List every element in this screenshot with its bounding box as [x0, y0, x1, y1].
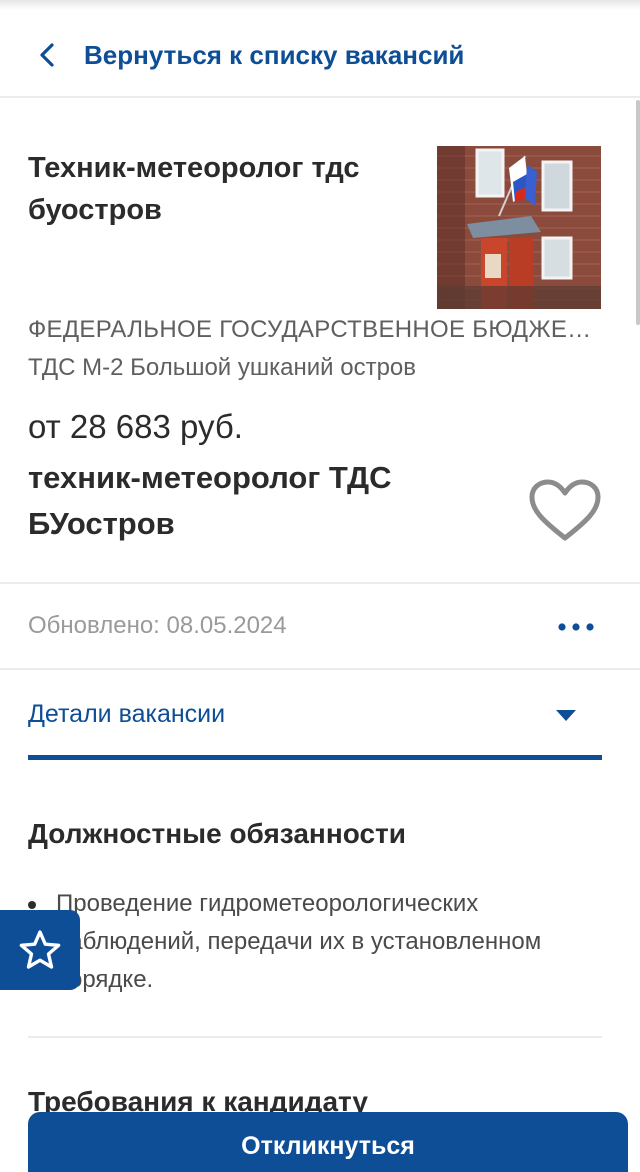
- organization-name: ФЕДЕРАЛЬНОЕ ГОСУДАРСТВЕННОЕ БЮДЖЕТНОЕ УЧ…: [28, 316, 594, 343]
- scrollbar-thumb[interactable]: [636, 100, 640, 325]
- star-icon: [19, 930, 61, 969]
- more-dots-icon[interactable]: [556, 620, 596, 634]
- back-navigation[interactable]: Вернуться к списку вакансий: [0, 14, 640, 98]
- caret-down-icon[interactable]: [556, 710, 576, 722]
- divider: [0, 582, 640, 584]
- vacancy-title: Техник-метеоролог тдс буостров: [28, 152, 360, 226]
- top-shadow: [0, 0, 640, 10]
- apply-button[interactable]: Откликнуться: [28, 1112, 628, 1172]
- tab-active-underline: [28, 755, 602, 760]
- position-name: техник-метеоролог ТДС БУостров: [28, 460, 392, 541]
- divider: [28, 1036, 602, 1038]
- chevron-left-icon[interactable]: [36, 42, 58, 68]
- duties-heading: Должностные обязанности: [28, 818, 406, 849]
- updated-date: Обновлено: 08.05.2024: [28, 612, 287, 639]
- divider: [0, 668, 640, 670]
- duty-item: Проведение гидрометеорологических наблюд…: [56, 890, 542, 993]
- tab-vacancy-details[interactable]: Детали вакансии: [28, 700, 225, 729]
- back-to-list-link[interactable]: Вернуться к списку вакансий: [84, 40, 464, 71]
- vacancy-photo: [437, 146, 601, 309]
- salary: от 28 683 руб.: [28, 408, 243, 445]
- bullet: [28, 901, 36, 909]
- heart-icon[interactable]: [528, 478, 602, 544]
- favorites-float-button[interactable]: [0, 910, 80, 990]
- organization-branch: ТДС М-2 Большой ушканий остров: [28, 354, 417, 381]
